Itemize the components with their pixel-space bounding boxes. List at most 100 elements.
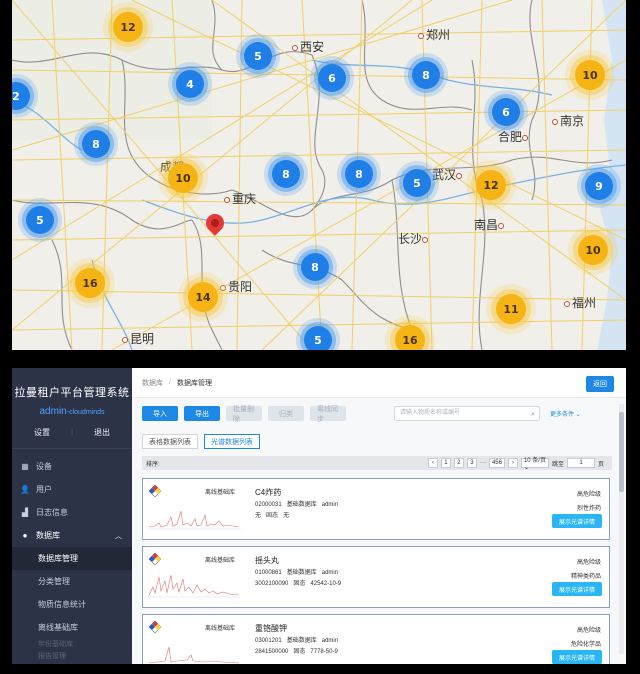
map-cluster[interactable]: 14 — [188, 282, 218, 312]
logout-link[interactable]: 退出 — [94, 427, 110, 438]
sidebar-subitem-category[interactable]: 分类管理 — [12, 570, 132, 593]
scrollbar[interactable] — [619, 404, 624, 654]
sidebar-subitem-offline[interactable]: 离线基础库 — [12, 616, 132, 639]
map-cluster[interactable]: 8 — [412, 61, 440, 89]
sidebar-subitem-db-manage[interactable]: 数据库管理 — [12, 547, 132, 570]
map-cluster[interactable]: 4 — [176, 70, 204, 98]
map-cluster[interactable]: 16 — [395, 325, 425, 350]
back-button[interactable]: 返回 — [586, 376, 614, 392]
sidebar-item-devices[interactable]: ▦ 设备 — [12, 455, 132, 478]
show-spectrum-button[interactable]: 展示光谱详情 — [552, 514, 602, 528]
grid-icon: ▦ — [21, 462, 29, 471]
map-cluster[interactable]: 6 — [318, 64, 346, 92]
spectrum-thumbnail — [147, 510, 241, 530]
breadcrumb-item[interactable]: 数据库 — [142, 378, 163, 388]
cluster-map[interactable]: 西安 郑州 成都 重庆 武汉 合肥 南京 长沙 南昌 贵阳 福州 昆明 12 5… — [12, 0, 626, 350]
substance-type: 烈性炸药 — [576, 506, 601, 512]
map-cluster[interactable]: 8 — [301, 253, 329, 281]
sidebar-divider — [12, 448, 132, 449]
search-input[interactable]: 请输入物质名称或编号 ⌕ — [394, 406, 540, 421]
sidebar-faded-item: 年份基础库 — [38, 641, 73, 648]
link-divider: | — [70, 427, 74, 436]
view-tabs: 表格数据列表 光谱数据列表 — [142, 434, 260, 449]
map-cluster[interactable]: 10 — [168, 163, 198, 193]
main-panel: 数据库 / 数据库管理 返回 导入 导出 批量删除 归类 离线同步 请输入物质名… — [132, 368, 626, 664]
tab-table-list[interactable]: 表格数据列表 — [142, 434, 198, 449]
substance-name: 重铬酸钾 — [255, 624, 287, 633]
page-button[interactable]: 2 — [453, 458, 464, 468]
users-icon: 👤 — [20, 485, 30, 494]
sidebar-item-database[interactable]: ● 数据库 ︿ — [12, 524, 132, 547]
map-cluster[interactable]: 5 — [26, 206, 54, 234]
goto-page-input[interactable]: 1 — [566, 458, 595, 468]
map-cluster[interactable]: 9 — [585, 172, 613, 200]
card-category: 离线基础库 — [205, 626, 236, 632]
export-button[interactable]: 导出 — [184, 406, 220, 421]
city-label: 武汉 — [432, 166, 464, 183]
spectrum-card[interactable]: 离线基础库 重铬酸钾 03001201 基础数据库 admin 28415000… — [142, 614, 610, 664]
show-spectrum-button[interactable]: 展示光谱详情 — [552, 582, 602, 596]
card-line-1: 01000861 基础数据库 admin — [255, 570, 339, 576]
city-label: 南昌 — [474, 216, 506, 233]
city-label: 重庆 — [224, 190, 256, 207]
more-conditions-link[interactable]: 更多条件 ⌄ — [550, 409, 581, 418]
map-cluster[interactable]: 5 — [244, 42, 272, 70]
next-page-button[interactable]: › — [507, 458, 518, 468]
page-button[interactable]: 456 — [488, 458, 505, 468]
offline-sync-button[interactable]: 离线同步 — [310, 406, 346, 423]
import-button[interactable]: 导入 — [142, 406, 178, 421]
map-cluster[interactable]: 5 — [304, 326, 332, 350]
hazard-level: 高危险级 — [576, 560, 601, 566]
page-unit-label: 页 — [597, 461, 604, 468]
map-cluster[interactable]: 8 — [272, 160, 300, 188]
batch-delete-button[interactable]: 批量删除 — [226, 406, 262, 423]
card-category: 离线基础库 — [205, 558, 236, 564]
page-button[interactable]: 1 — [440, 458, 451, 468]
page-size-select[interactable]: 10 条/页 ⌄ — [520, 458, 549, 471]
sidebar: 拉曼租户平台管理系统 admin-cloudminds 设置 | 退出 ▦ 设备… — [12, 368, 132, 664]
classify-button[interactable]: 归类 — [268, 406, 304, 421]
hazard-level: 高危险级 — [576, 492, 601, 498]
map-cluster[interactable]: 8 — [82, 130, 110, 158]
city-label: 长沙 — [398, 230, 430, 247]
scrollbar-thumb[interactable] — [619, 412, 624, 492]
map-cluster[interactable]: 16 — [75, 268, 105, 298]
prev-page-button[interactable]: ‹ — [427, 458, 438, 468]
sidebar-item-logs[interactable]: ▟ 日志信息 — [12, 501, 132, 524]
page-button[interactable]: 3 — [466, 458, 477, 468]
show-spectrum-button[interactable]: 展示光谱详情 — [552, 650, 602, 664]
card-line-1: 02000031 基础数据库 admin — [255, 502, 339, 508]
spectrum-card[interactable]: 离线基础库 C4炸药 02000031 基础数据库 admin 无 固态 无 高… — [142, 478, 610, 540]
substance-type: 精神类药品 — [570, 574, 601, 580]
toolbar: 导入 导出 批量删除 归类 离线同步 — [142, 406, 346, 423]
sidebar-subitem-stats[interactable]: 物质信息统计 — [12, 593, 132, 616]
map-cluster[interactable]: 5 — [403, 169, 431, 197]
map-cluster[interactable]: 8 — [345, 160, 373, 188]
breadcrumb: 数据库 / 数据库管理 — [132, 368, 626, 398]
city-label: 昆明 — [122, 330, 154, 347]
card-line-2: 无 固态 无 — [255, 513, 290, 519]
hazard-diamond-icon — [149, 621, 161, 633]
database-icon: ● — [22, 531, 28, 540]
pagination: ‹ 1 2 3 ··· 456 › 10 条/页 ⌄ 跳至 1 页 — [427, 458, 604, 471]
city-label: 西安 — [292, 38, 324, 55]
sidebar-item-users[interactable]: 👤 用户 — [12, 478, 132, 501]
spectrum-card[interactable]: 离线基础库 摇头丸 01000861 基础数据库 admin 300210009… — [142, 546, 610, 608]
map-cluster[interactable]: 12 — [476, 170, 506, 200]
chart-icon: ▟ — [21, 508, 29, 517]
map-cluster[interactable]: 10 — [578, 235, 608, 265]
search-icon[interactable]: ⌕ — [531, 408, 535, 421]
hazard-diamond-icon — [149, 553, 161, 565]
spectrum-thumbnail — [147, 574, 241, 598]
map-cluster[interactable]: 10 — [575, 60, 605, 90]
city-label: 合肥 — [498, 128, 530, 145]
card-line-2: 2841500000 固态 7778-50-9 — [255, 649, 338, 655]
map-cluster[interactable]: 6 — [492, 98, 520, 126]
card-category: 离线基础库 — [205, 490, 236, 496]
city-label: 贵阳 — [220, 278, 252, 295]
tab-spectrum-list[interactable]: 光谱数据列表 — [204, 434, 260, 449]
map-cluster[interactable]: 11 — [496, 294, 526, 324]
settings-link[interactable]: 设置 — [34, 427, 50, 438]
map-cluster[interactable]: 12 — [113, 12, 143, 42]
spectrum-thumbnail — [148, 646, 240, 664]
